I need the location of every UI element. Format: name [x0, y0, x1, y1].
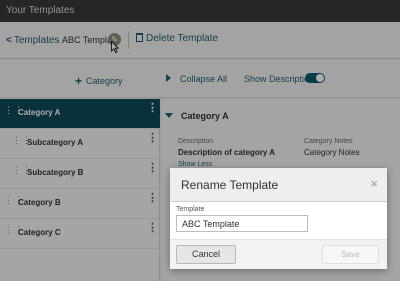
- dialog-header: Rename Template ×: [170, 168, 387, 202]
- rename-template-dialog: Rename Template × Template Cancel Save: [170, 168, 387, 269]
- close-icon[interactable]: ×: [370, 176, 378, 191]
- cancel-button[interactable]: Cancel: [176, 245, 236, 264]
- dialog-title: Rename Template: [181, 178, 279, 192]
- save-button[interactable]: Save: [322, 245, 379, 264]
- dialog-footer: Cancel Save: [170, 239, 387, 269]
- template-field-label: Template: [176, 206, 205, 213]
- template-name-input[interactable]: [176, 215, 308, 232]
